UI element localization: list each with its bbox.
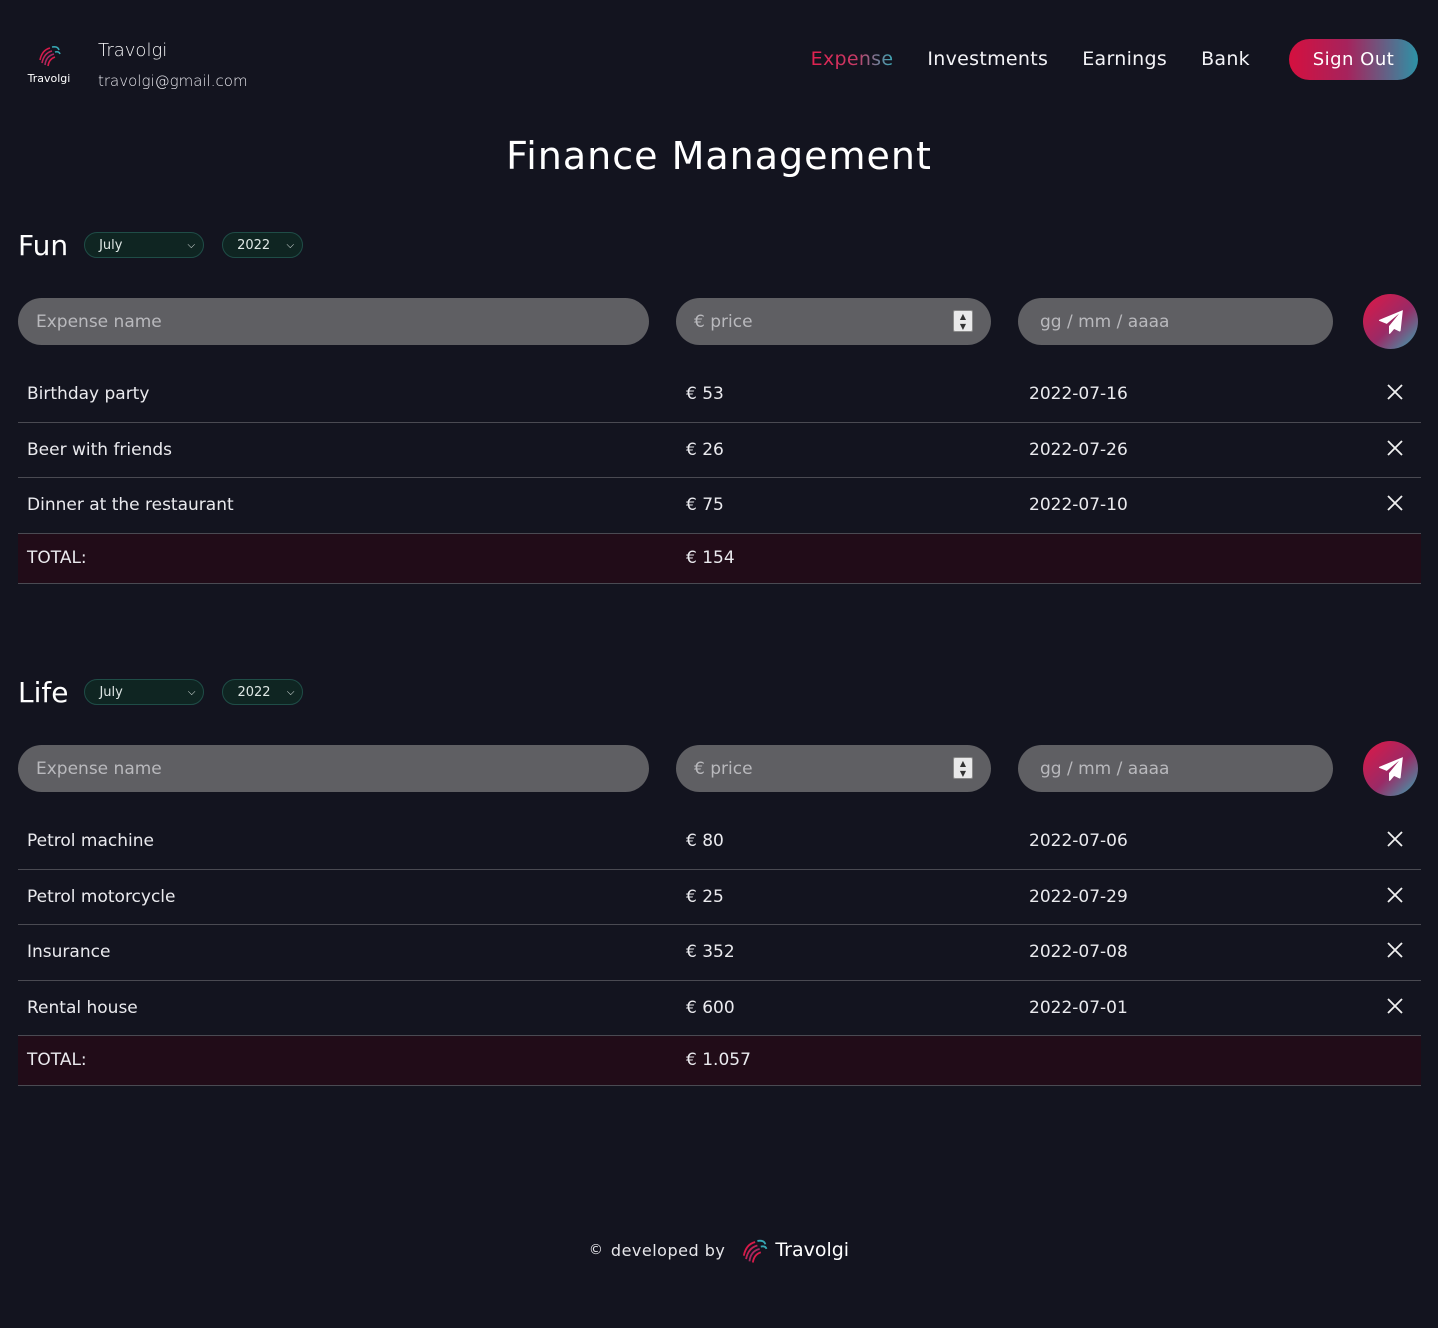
nav-investments[interactable]: Investments bbox=[927, 48, 1048, 70]
section-fun: Fun July ⌵ 2022 ⌵ Expense name € price ▲… bbox=[18, 228, 1421, 584]
expense-name-input[interactable]: Expense name bbox=[18, 298, 649, 345]
section-header: Fun July ⌵ 2022 ⌵ bbox=[18, 228, 1421, 262]
copyright-symbol: © bbox=[588, 1242, 603, 1258]
expense-name: Birthday party bbox=[27, 384, 150, 404]
month-select[interactable]: July ⌵ bbox=[84, 232, 205, 258]
section-life: Life July ⌵ 2022 ⌵ Expense name € price … bbox=[18, 675, 1421, 1086]
total-row: TOTAL: € 154 bbox=[18, 533, 1421, 584]
expense-price: € 600 bbox=[686, 997, 735, 1018]
footer: © developed by Travolgi bbox=[0, 1230, 1438, 1270]
date-placeholder: gg / mm / aaaa bbox=[1040, 758, 1170, 779]
month-select[interactable]: July ⌵ bbox=[84, 679, 205, 705]
expense-date: 2022-07-16 bbox=[1029, 384, 1128, 404]
price-input[interactable]: € price ▲ ▼ bbox=[676, 298, 991, 345]
expense-price: € 75 bbox=[686, 495, 724, 515]
price-input[interactable]: € price ▲ ▼ bbox=[676, 745, 991, 792]
expense-price: € 26 bbox=[686, 439, 724, 460]
table-row: Insurance € 352 2022-07-08 bbox=[18, 925, 1421, 981]
expense-date: 2022-07-08 bbox=[1029, 942, 1128, 962]
logo[interactable]: Travolgi bbox=[24, 40, 74, 92]
table-row: Birthday party € 53 2022-07-16 bbox=[18, 367, 1421, 423]
expense-date: 2022-07-01 bbox=[1029, 997, 1128, 1018]
table-row: Rental house € 600 2022-07-01 bbox=[18, 981, 1421, 1036]
section-header: Life July ⌵ 2022 ⌵ bbox=[18, 675, 1421, 709]
nav-bank[interactable]: Bank bbox=[1201, 48, 1250, 70]
section-title: Fun bbox=[18, 228, 69, 262]
expense-name: Beer with friends bbox=[27, 439, 173, 460]
logo-label: Travolgi bbox=[27, 72, 71, 85]
expense-date: 2022-07-10 bbox=[1029, 495, 1128, 515]
total-value: € 154 bbox=[686, 547, 735, 568]
total-value: € 1.057 bbox=[686, 1050, 751, 1070]
add-expense-button[interactable] bbox=[1363, 294, 1418, 349]
expense-name: Petrol motorcycle bbox=[27, 886, 176, 907]
expense-form: Expense name € price ▲ ▼ gg / mm / aaaa bbox=[18, 737, 1421, 799]
total-label: TOTAL: bbox=[27, 1050, 87, 1070]
expense-list: Birthday party € 53 2022-07-16 Beer with… bbox=[18, 367, 1421, 584]
chevron-down-icon: ⌵ bbox=[187, 686, 196, 698]
section-title: Life bbox=[18, 675, 69, 709]
date-input[interactable]: gg / mm / aaaa bbox=[1018, 745, 1333, 792]
expense-form: Expense name € price ▲ ▼ gg / mm / aaaa bbox=[18, 290, 1421, 352]
close-icon[interactable] bbox=[1384, 939, 1406, 961]
table-row: Petrol machine € 80 2022-07-06 bbox=[18, 814, 1421, 870]
chevron-down-icon: ⌵ bbox=[286, 239, 295, 251]
nav-expense[interactable]: Expense bbox=[811, 48, 894, 70]
close-icon[interactable] bbox=[1384, 381, 1406, 403]
paper-plane-icon bbox=[1378, 309, 1403, 334]
expense-name: Petrol machine bbox=[27, 831, 154, 851]
expense-name-placeholder: Expense name bbox=[36, 311, 162, 332]
table-row: Petrol motorcycle € 25 2022-07-29 bbox=[18, 870, 1421, 925]
expense-price: € 80 bbox=[686, 831, 724, 851]
fingerprint-logo-icon bbox=[743, 1239, 768, 1263]
sign-out-button[interactable]: Sign Out bbox=[1289, 39, 1418, 80]
price-stepper[interactable]: ▲ ▼ bbox=[953, 757, 973, 779]
expense-name: Insurance bbox=[27, 942, 111, 962]
table-row: Beer with friends € 26 2022-07-26 bbox=[18, 423, 1421, 478]
footer-brand-link[interactable]: Travolgi bbox=[775, 1239, 849, 1261]
expense-price: € 25 bbox=[686, 886, 724, 907]
chevron-down-icon: ⌵ bbox=[286, 686, 295, 698]
close-icon[interactable] bbox=[1384, 828, 1406, 850]
expense-name-input[interactable]: Expense name bbox=[18, 745, 649, 792]
expense-list: Petrol machine € 80 2022-07-06 Petrol mo… bbox=[18, 814, 1421, 1086]
expense-date: 2022-07-29 bbox=[1029, 886, 1128, 907]
nav-earnings[interactable]: Earnings bbox=[1082, 48, 1167, 70]
user-name: Travolgi bbox=[98, 40, 168, 61]
close-icon[interactable] bbox=[1384, 884, 1406, 906]
expense-name: Rental house bbox=[27, 997, 138, 1018]
table-row: Dinner at the restaurant € 75 2022-07-10 bbox=[18, 478, 1421, 534]
add-expense-button[interactable] bbox=[1363, 741, 1418, 796]
price-placeholder: € price bbox=[694, 311, 753, 332]
expense-price: € 352 bbox=[686, 942, 735, 962]
fingerprint-logo-icon bbox=[39, 46, 61, 67]
year-select[interactable]: 2022 ⌵ bbox=[222, 679, 304, 705]
expense-date: 2022-07-06 bbox=[1029, 831, 1128, 851]
main-nav: Expense Investments Earnings Bank bbox=[777, 46, 1250, 72]
close-icon[interactable] bbox=[1384, 492, 1406, 514]
expense-name: Dinner at the restaurant bbox=[27, 495, 234, 515]
expense-date: 2022-07-26 bbox=[1029, 439, 1128, 460]
year-select-value: 2022 bbox=[237, 684, 271, 700]
expense-name-placeholder: Expense name bbox=[36, 758, 162, 779]
year-select[interactable]: 2022 ⌵ bbox=[222, 232, 304, 258]
expense-price: € 53 bbox=[686, 384, 724, 404]
close-icon[interactable] bbox=[1384, 995, 1406, 1017]
total-row: TOTAL: € 1.057 bbox=[18, 1036, 1421, 1086]
date-input[interactable]: gg / mm / aaaa bbox=[1018, 298, 1333, 345]
total-label: TOTAL: bbox=[27, 547, 87, 568]
month-select-value: July bbox=[99, 684, 123, 700]
user-email: travolgi@gmail.com bbox=[98, 72, 248, 90]
developed-by-text: developed by bbox=[610, 1240, 726, 1260]
month-select-value: July bbox=[99, 237, 123, 253]
chevron-down-icon: ⌵ bbox=[187, 239, 196, 251]
price-stepper[interactable]: ▲ ▼ bbox=[953, 310, 973, 332]
price-placeholder: € price bbox=[694, 758, 753, 779]
year-select-value: 2022 bbox=[237, 237, 271, 253]
date-placeholder: gg / mm / aaaa bbox=[1040, 311, 1170, 332]
header: Travolgi Travolgi travolgi@gmail.com Exp… bbox=[0, 0, 1438, 120]
page-title: Finance Management bbox=[506, 134, 932, 178]
close-icon[interactable] bbox=[1384, 437, 1406, 459]
paper-plane-icon bbox=[1378, 756, 1403, 781]
